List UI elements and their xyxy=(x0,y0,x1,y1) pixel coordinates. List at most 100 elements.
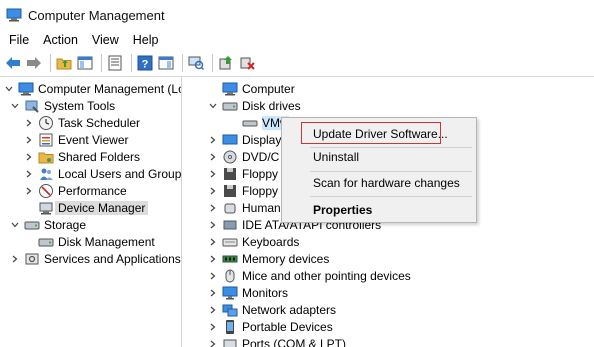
device-category-floppy-1[interactable]: Floppy xyxy=(208,165,278,182)
chevron-right-icon[interactable] xyxy=(208,203,218,213)
window-title: Computer Management xyxy=(28,7,165,23)
update-driver-icon[interactable] xyxy=(217,54,235,72)
show-tree-icon[interactable] xyxy=(76,54,94,72)
forward-icon[interactable] xyxy=(25,54,43,72)
tree-item-device-manager[interactable]: Device Manager xyxy=(38,199,149,216)
properties-icon[interactable] xyxy=(106,54,124,72)
chevron-down-icon[interactable] xyxy=(10,101,20,111)
chevron-right-icon[interactable] xyxy=(24,169,34,179)
floppy-icon xyxy=(222,166,238,182)
clock-icon xyxy=(38,115,54,131)
device-category-disk-drives[interactable]: Disk drives xyxy=(208,97,301,114)
event-viewer-icon xyxy=(38,132,54,148)
tree-item-disk-management[interactable]: Disk Management xyxy=(38,233,155,250)
scan-hardware-icon[interactable] xyxy=(187,54,205,72)
device-category-keyboards[interactable]: Keyboards xyxy=(208,233,299,250)
chevron-right-icon[interactable] xyxy=(208,220,218,230)
device-category-monitors[interactable]: Monitors xyxy=(208,284,288,301)
device-category-memory[interactable]: Memory devices xyxy=(208,250,329,267)
tree-label: Computer Management (Local xyxy=(38,81,181,96)
tree-label: Local Users and Groups xyxy=(58,166,182,181)
device-label: Floppy xyxy=(242,183,279,198)
tree-item-task-scheduler[interactable]: Task Scheduler xyxy=(24,114,140,131)
device-label: Display xyxy=(242,132,282,147)
menu-separator xyxy=(310,171,472,172)
tree-label: System Tools xyxy=(44,98,116,113)
chevron-down-icon[interactable] xyxy=(208,101,218,111)
device-category-ports[interactable]: Ports (COM & LPT) xyxy=(208,335,346,347)
tree-label: Performance xyxy=(58,183,127,198)
chevron-right-icon[interactable] xyxy=(10,254,20,264)
chevron-right-icon[interactable] xyxy=(208,339,218,347)
device-label: Disk drives xyxy=(242,98,301,113)
chevron-down-icon[interactable] xyxy=(10,220,20,230)
menu-action[interactable]: Action xyxy=(35,33,84,47)
tree-item-local-users[interactable]: Local Users and Groups xyxy=(24,165,182,182)
device-category-mice[interactable]: Mice and other pointing devices xyxy=(208,267,411,284)
chevron-right-icon[interactable] xyxy=(208,237,218,247)
keyboard-icon xyxy=(222,234,238,250)
chevron-right-icon[interactable] xyxy=(208,135,218,145)
chevron-right-icon[interactable] xyxy=(208,305,218,315)
device-category-display[interactable]: Display xyxy=(208,131,281,148)
tree-item-performance[interactable]: Performance xyxy=(24,182,127,199)
menu-help[interactable]: Help xyxy=(125,33,165,47)
tree-label: Shared Folders xyxy=(58,149,141,164)
tree-item-storage[interactable]: Storage xyxy=(10,216,86,233)
menu-file[interactable]: File xyxy=(0,33,35,47)
chevron-down-icon[interactable] xyxy=(4,84,14,94)
menu-item-scan[interactable]: Scan for hardware changes xyxy=(282,173,476,193)
disk-drive-icon xyxy=(222,98,238,114)
tree-item-services-apps[interactable]: Services and Applications xyxy=(10,250,181,267)
device-label: Human xyxy=(242,200,281,215)
show-hide-icon[interactable] xyxy=(157,54,175,72)
portable-device-icon xyxy=(222,319,238,335)
device-label: Monitors xyxy=(242,285,289,300)
chevron-right-icon[interactable] xyxy=(24,118,34,128)
device-label: Keyboards xyxy=(242,234,300,249)
device-label: Floppy xyxy=(242,166,279,181)
port-icon xyxy=(222,336,238,347)
chevron-right-icon[interactable] xyxy=(208,152,218,162)
chevron-right-icon[interactable] xyxy=(208,186,218,196)
performance-icon xyxy=(38,183,54,199)
menu-item-properties[interactable]: Properties xyxy=(282,200,476,220)
tree-item-event-viewer[interactable]: Event Viewer xyxy=(24,131,128,148)
device-category-computer[interactable]: Computer xyxy=(222,80,295,97)
uninstall-icon[interactable] xyxy=(238,54,256,72)
device-label: Ports (COM & LPT) xyxy=(242,336,347,347)
tree-item-shared-folders[interactable]: Shared Folders xyxy=(24,148,140,165)
chevron-right-icon[interactable] xyxy=(208,271,218,281)
chevron-right-icon[interactable] xyxy=(24,135,34,145)
toolbar-separator xyxy=(182,54,183,72)
device-category-portable[interactable]: Portable Devices xyxy=(208,318,333,335)
up-folder-icon[interactable] xyxy=(55,54,73,72)
chevron-right-icon[interactable] xyxy=(208,288,218,298)
ide-controller-icon xyxy=(222,217,238,233)
device-category-human[interactable]: Human xyxy=(208,199,281,216)
hid-icon xyxy=(222,200,238,216)
menu-item-label: Uninstall xyxy=(313,150,360,164)
device-category-network[interactable]: Network adapters xyxy=(208,301,336,318)
help-icon[interactable]: ? xyxy=(136,54,154,72)
device-category-floppy-2[interactable]: Floppy xyxy=(208,182,278,199)
menu-item-uninstall[interactable]: Uninstall xyxy=(282,147,476,167)
computer-management-icon xyxy=(18,81,34,97)
back-icon[interactable] xyxy=(4,54,22,72)
chevron-right-icon[interactable] xyxy=(208,169,218,179)
chevron-right-icon[interactable] xyxy=(24,186,34,196)
chevron-right-icon[interactable] xyxy=(208,322,218,332)
menu-item-label: Scan for hardware changes xyxy=(313,176,460,190)
tree-item-system-tools[interactable]: System Tools xyxy=(10,97,115,114)
menu-item-update-driver[interactable]: Update Driver Software... xyxy=(282,124,476,144)
chevron-right-icon[interactable] xyxy=(24,152,34,162)
menu-view[interactable]: View xyxy=(84,33,125,47)
device-category-dvd[interactable]: DVD/C xyxy=(208,148,279,165)
device-label: DVD/C xyxy=(242,149,280,164)
shared-folder-icon xyxy=(38,149,54,165)
chevron-right-icon[interactable] xyxy=(208,254,218,264)
tree-item-root[interactable]: Computer Management (Local xyxy=(4,80,181,97)
storage-icon xyxy=(24,217,40,233)
disk-management-icon xyxy=(38,234,54,250)
tree-label: Storage xyxy=(44,217,87,232)
